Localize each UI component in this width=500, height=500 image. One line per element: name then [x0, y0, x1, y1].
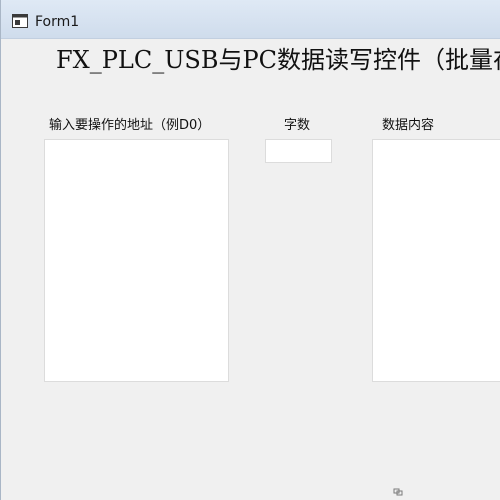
address-label: 输入要操作的地址（例D0）: [49, 118, 211, 133]
data-content-label: 数据内容: [382, 118, 435, 133]
page-title: FX_PLC_USB与PC数据读写控件（批量在: [56, 46, 500, 74]
resize-grip-icon: [393, 488, 403, 496]
address-input[interactable]: [44, 139, 229, 382]
form-window: Form1 FX_PLC_USB与PC数据读写控件（批量在 输入要操作的地址（例…: [0, 0, 500, 500]
data-content-input[interactable]: [372, 139, 500, 382]
word-count-input[interactable]: [265, 139, 332, 163]
title-bar[interactable]: Form1: [1, 0, 500, 39]
form-app-icon: [12, 14, 28, 28]
window-title: Form1: [35, 14, 80, 30]
word-count-label: 字数: [284, 118, 311, 133]
